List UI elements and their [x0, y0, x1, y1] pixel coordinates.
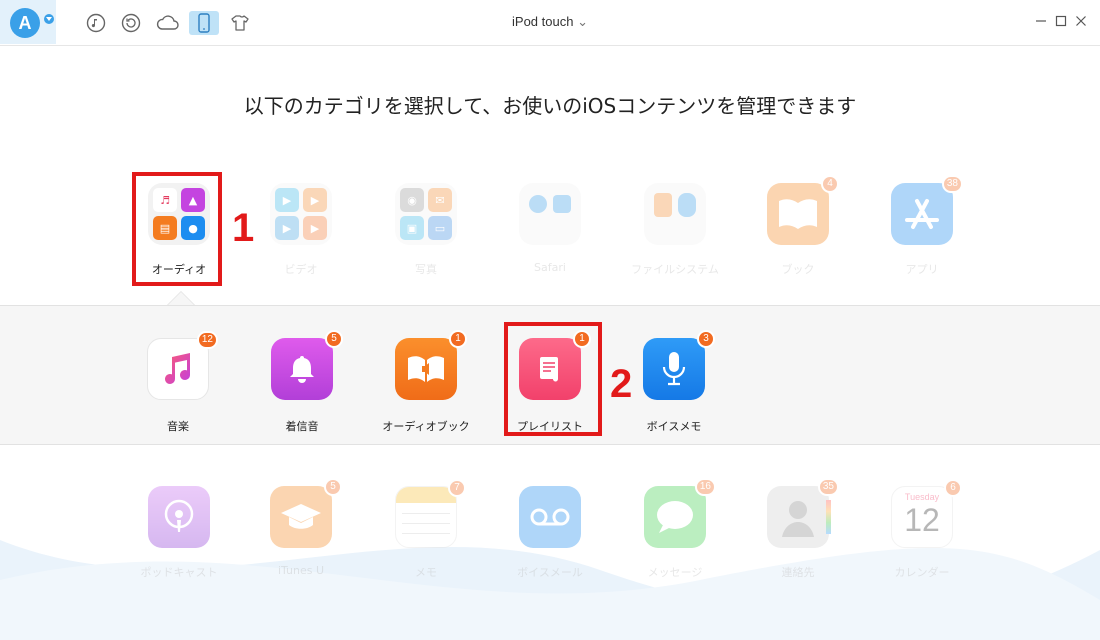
- books-icon: 4: [767, 175, 839, 245]
- category-file-system[interactable]: ファイルシステム: [625, 183, 725, 277]
- device-icon[interactable]: [189, 11, 219, 35]
- music-icon[interactable]: [85, 12, 107, 34]
- category-label: iTunes U: [277, 564, 325, 577]
- sub-label: 音楽: [167, 420, 189, 433]
- calendar-day: Tuesday: [904, 492, 940, 502]
- shirt-icon[interactable]: [229, 12, 251, 34]
- category-notes[interactable]: 7 メモ: [376, 479, 476, 580]
- badge: 5: [324, 478, 342, 496]
- badge: 16: [694, 478, 716, 496]
- category-label: Safari: [534, 261, 566, 274]
- graduation-cap-icon: 5: [270, 478, 342, 548]
- device-name: iPod touch: [512, 14, 574, 29]
- music-note-icon: 12: [147, 331, 218, 400]
- sub-ringtones[interactable]: 5 着信音: [247, 330, 357, 434]
- app-logo[interactable]: A: [0, 0, 56, 44]
- page-heading: 以下のカテゴリを選択して、お使いのiOSコンテンツを管理できます: [243, 94, 857, 118]
- step-number-2: 2: [610, 362, 633, 406]
- voicemail-icon: [519, 486, 581, 548]
- badge: 7: [448, 479, 466, 497]
- device-selector[interactable]: iPod touch ⌄: [490, 14, 610, 30]
- calendar-date: 12: [904, 502, 940, 538]
- highlight-audio: [132, 172, 222, 286]
- category-label: ビデオ: [284, 263, 318, 276]
- sub-audiobooks[interactable]: 1 オーディオブック: [371, 330, 481, 434]
- category-label: ポッドキャスト: [140, 566, 218, 579]
- panel-pointer: [167, 291, 195, 305]
- category-calendar[interactable]: Tuesday 12 6 カレンダー: [872, 479, 972, 580]
- category-label: ボイスメール: [517, 566, 583, 579]
- category-label: ブック: [781, 263, 815, 276]
- microphone-icon: 3: [643, 330, 715, 400]
- minimize-button[interactable]: [1033, 13, 1049, 29]
- category-label: 写真: [415, 263, 437, 276]
- message-bubble-icon: 16: [644, 478, 716, 548]
- step-number-1: 1: [232, 206, 255, 250]
- category-itunes-u[interactable]: 5 iTunes U: [251, 478, 351, 577]
- sub-label: 着信音: [285, 420, 319, 433]
- badge: 35: [817, 478, 839, 496]
- restore-icon[interactable]: [120, 12, 142, 34]
- category-podcasts[interactable]: ポッドキャスト: [129, 486, 229, 580]
- bell-icon: 5: [271, 330, 343, 400]
- category-books[interactable]: 4 ブック: [748, 175, 848, 277]
- badge: 5: [325, 330, 343, 348]
- audiobook-icon: 1: [395, 330, 467, 400]
- photos-category-icon: ◉ ✉ ▣ ▭: [395, 183, 457, 245]
- maximize-button[interactable]: [1053, 13, 1069, 29]
- category-label: ファイルシステム: [631, 263, 719, 276]
- notes-icon: 7: [395, 479, 466, 548]
- category-label: 連絡先: [781, 566, 815, 579]
- category-voicemail[interactable]: ボイスメール: [500, 486, 600, 580]
- category-apps[interactable]: 38 アプリ: [872, 175, 972, 277]
- sub-voice-memos[interactable]: 3 ボイスメモ: [619, 330, 729, 434]
- anytrans-logo-icon: A: [10, 8, 40, 38]
- logo-menu-caret-icon[interactable]: [44, 14, 54, 24]
- close-button[interactable]: [1073, 13, 1089, 29]
- badge: 12: [196, 331, 218, 349]
- calendar-icon: Tuesday 12 6: [891, 479, 962, 548]
- chevron-down-icon: ⌄: [577, 14, 588, 29]
- highlight-playlist: [504, 322, 602, 436]
- app-store-icon: 38: [891, 175, 963, 245]
- badge: 38: [941, 175, 963, 193]
- category-contacts[interactable]: 35 連絡先: [748, 478, 848, 580]
- file-system-category-icon: [644, 183, 706, 245]
- category-photos[interactable]: ◉ ✉ ▣ ▭ 写真: [376, 183, 476, 277]
- badge: 1: [449, 330, 467, 348]
- cloud-icon[interactable]: [155, 12, 181, 34]
- podcast-icon: [148, 486, 210, 548]
- sub-music[interactable]: 12 音楽: [123, 331, 233, 434]
- sub-label: ボイスメモ: [646, 420, 702, 433]
- badge: 4: [821, 175, 839, 193]
- category-video[interactable]: ▶ ▶ ▶ ▶ ビデオ: [251, 183, 351, 277]
- category-messages[interactable]: 16 メッセージ: [625, 478, 725, 580]
- badge: 3: [697, 330, 715, 348]
- badge: 6: [944, 479, 962, 497]
- category-label: カレンダー: [894, 566, 950, 579]
- video-category-icon: ▶ ▶ ▶ ▶: [270, 183, 332, 245]
- title-bar: A iPod touch ⌄: [0, 0, 1100, 46]
- safari-category-icon: [519, 183, 581, 245]
- category-safari[interactable]: Safari: [500, 183, 600, 274]
- category-label: アプリ: [905, 263, 939, 276]
- sub-label: オーディオブック: [382, 420, 470, 433]
- category-label: メモ: [415, 566, 437, 579]
- contact-person-icon: 35: [767, 478, 839, 548]
- category-label: メッセージ: [647, 566, 703, 579]
